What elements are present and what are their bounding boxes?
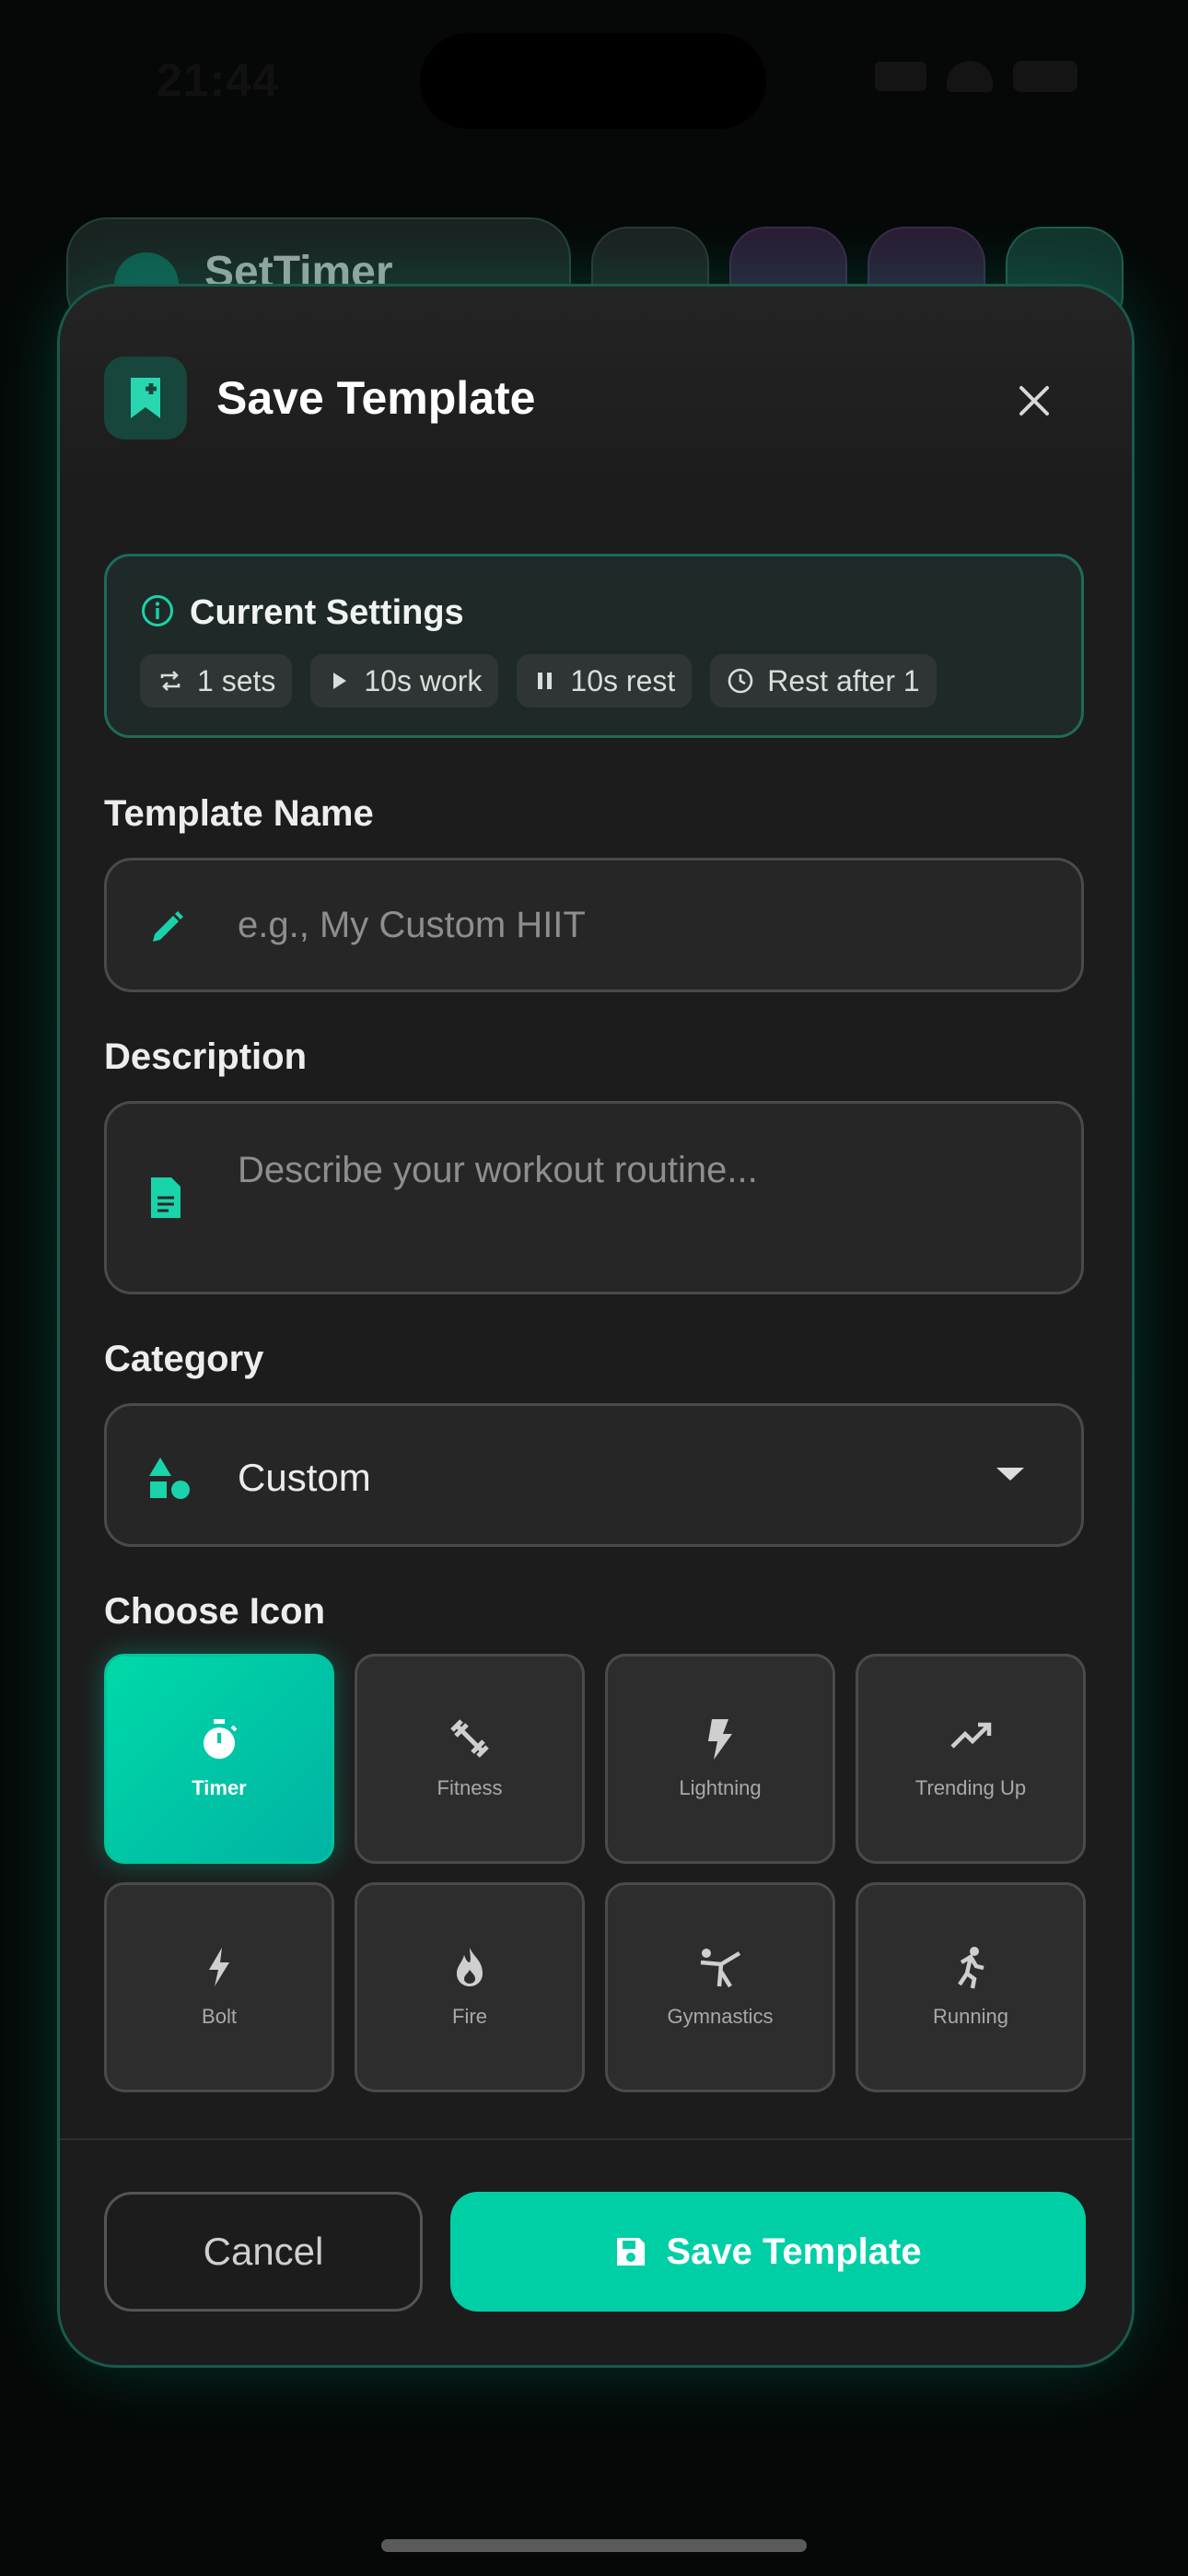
modal-header: Save Template	[60, 287, 1132, 489]
icon-option-trending-up[interactable]: Trending Up	[856, 1654, 1086, 1864]
pause-icon	[538, 673, 553, 689]
icon-option-label: Trending Up	[914, 1776, 1027, 1799]
fitness-icon	[450, 1719, 489, 1758]
battery-icon	[1013, 61, 1077, 92]
current-settings-card: Current Settings 1 sets 10s work 10s res…	[104, 554, 1084, 738]
wifi-icon	[947, 61, 993, 92]
footer-divider	[60, 2138, 1132, 2140]
pencil-icon	[153, 911, 183, 942]
clock-icon	[728, 668, 753, 694]
info-icon	[140, 593, 175, 633]
cancel-button[interactable]: Cancel	[104, 2192, 423, 2312]
chevron-down-icon[interactable]	[995, 1465, 1026, 1483]
fire-icon	[457, 1948, 483, 1986]
repeat-icon	[160, 671, 181, 691]
template-name-input[interactable]: e.g., My Custom HIIT	[238, 905, 586, 946]
bookmark-add-icon	[104, 357, 187, 439]
description-field[interactable]: Describe your workout routine...	[104, 1101, 1084, 1294]
category-label: Category	[104, 1339, 264, 1379]
icon-option-label: Fire	[452, 2005, 487, 2028]
icon-option-label: Running	[933, 2005, 1008, 2028]
trending-up-icon	[950, 1722, 992, 1749]
play-icon	[333, 673, 347, 689]
category-value: Custom	[238, 1456, 371, 1499]
document-icon	[151, 1177, 181, 1218]
status-icons	[875, 61, 1077, 92]
modal-title: Save Template	[216, 372, 536, 424]
running-icon	[958, 1947, 984, 1989]
icon-option-lightning[interactable]: Lightning	[605, 1654, 835, 1864]
cancel-button-label: Cancel	[203, 2230, 324, 2273]
icon-option-bolt[interactable]: Bolt	[104, 1882, 334, 2092]
icon-option-label: Gymnastics	[667, 2005, 774, 2028]
choose-icon-label: Choose Icon	[104, 1591, 326, 1632]
bolt-icon	[209, 1948, 229, 1986]
status-time: 21:44	[157, 54, 279, 106]
dynamic-island	[420, 33, 766, 129]
settings-chips: 1 sets 10s work 10s rest Rest after 1	[140, 654, 937, 708]
shapes-icon	[149, 1458, 190, 1499]
lightning-icon	[708, 1719, 732, 1760]
rest-after-chip: Rest after 1	[710, 654, 937, 708]
close-button[interactable]	[1008, 375, 1060, 427]
description-label: Description	[104, 1036, 308, 1077]
icon-option-running[interactable]: Running	[856, 1882, 1086, 2092]
floppy-disk-icon	[617, 2238, 646, 2266]
signal-icon	[875, 62, 926, 91]
icon-option-label: Timer	[192, 1776, 247, 1799]
save-template-modal: Save Template Current Settings 1 sets 10…	[57, 284, 1135, 2368]
gymnastics-icon	[700, 1949, 741, 1988]
icon-option-label: Lightning	[679, 1776, 762, 1799]
icon-option-fire[interactable]: Fire	[355, 1882, 585, 2092]
rest-chip: 10s rest	[517, 654, 693, 708]
sets-chip: 1 sets	[140, 654, 293, 708]
rest-after-chip-label: Rest after 1	[767, 663, 920, 697]
save-template-button[interactable]: Save Template	[450, 2192, 1086, 2312]
work-chip: 10s work	[310, 654, 499, 708]
current-settings-title: Current Settings	[190, 593, 464, 632]
icon-option-gymnastics[interactable]: Gymnastics	[605, 1882, 835, 2092]
template-name-label: Template Name	[104, 793, 374, 834]
icon-option-fitness[interactable]: Fitness	[355, 1654, 585, 1864]
description-input[interactable]: Describe your workout routine...	[238, 1150, 758, 1191]
home-indicator	[381, 2539, 807, 2552]
close-icon	[1019, 386, 1049, 416]
icon-option-label: Bolt	[202, 2005, 237, 2028]
save-template-button-label: Save Template	[666, 2231, 922, 2272]
sets-chip-label: 1 sets	[197, 663, 276, 697]
icon-option-timer[interactable]: Timer	[104, 1654, 334, 1864]
work-chip-label: 10s work	[364, 663, 483, 697]
template-name-field[interactable]: e.g., My Custom HIIT	[104, 858, 1084, 992]
rest-chip-label: 10s rest	[570, 663, 676, 697]
category-select[interactable]: Custom	[104, 1403, 1084, 1547]
icon-option-label: Fitness	[437, 1776, 503, 1799]
timer-icon	[204, 1719, 238, 1759]
